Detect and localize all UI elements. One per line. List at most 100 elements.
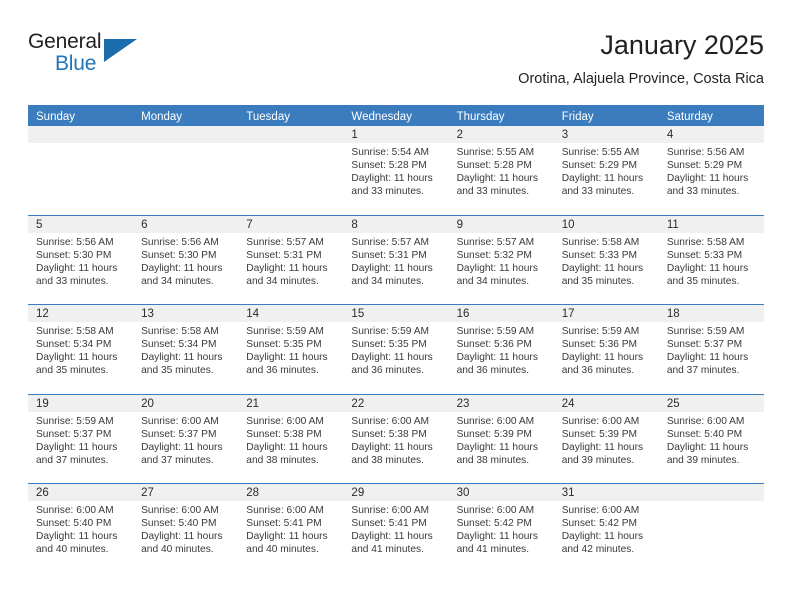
- sunset-text: Sunset: 5:42 PM: [561, 518, 638, 530]
- sunrise-text: Sunrise: 5:55 AM: [456, 147, 535, 158]
- sunset-text: Sunset: 5:39 PM: [456, 428, 532, 440]
- calendar-day-cell[interactable]: 24 Sunrise: 6:00 AM Sunset: 5:39 PM Dayligh…: [553, 394, 659, 483]
- calendar-day-cell[interactable]: 29 Sunrise: 6:00 AM Sunset: 5:41 PM Dayligh…: [343, 484, 449, 573]
- sunrise-text: Sunrise: 6:00 AM: [141, 505, 219, 516]
- calendar-page: General Blue January 2025 Orotina, Alaju…: [0, 0, 792, 612]
- day-sun-info: Sunrise: 5:59 AM Sunset: 5:37 PM Daylight:…: [659, 322, 764, 377]
- day-sun-info: Sunrise: 6:00 AM Sunset: 5:41 PM Daylight:…: [238, 501, 343, 556]
- calendar-day-cell[interactable]: 15 Sunrise: 5:59 AM Sunset: 5:35 PM Dayligh…: [343, 305, 449, 394]
- daylight-text-line1: Daylight: 11 hours: [36, 262, 118, 274]
- daylight-text-line2: and 36 minutes.: [246, 365, 319, 377]
- daylight-text-line1: Daylight: 11 hours: [456, 173, 538, 185]
- day-sun-info: Sunrise: 6:00 AM Sunset: 5:40 PM Daylight:…: [133, 501, 238, 556]
- calendar-day-cell[interactable]: 17 Sunrise: 5:59 AM Sunset: 5:36 PM Dayligh…: [553, 305, 659, 394]
- daylight-text-line1: Daylight: 11 hours: [36, 352, 118, 364]
- daylight-text-line1: Daylight: 11 hours: [141, 262, 223, 274]
- daylight-text-line2: and 39 minutes.: [666, 454, 740, 466]
- daylight-text-line1: Daylight: 11 hours: [456, 441, 538, 453]
- day-number: [658, 484, 764, 501]
- sunrise-text: Sunrise: 5:58 AM: [36, 326, 114, 337]
- calendar-day-cell[interactable]: 1 Sunrise: 5:54 AM Sunset: 5:28 PM Daylight…: [343, 126, 449, 215]
- calendar-day-cell[interactable]: 12 Sunrise: 5:58 AM Sunset: 5:34 PM Dayligh…: [28, 305, 134, 394]
- daylight-text-line1: Daylight: 11 hours: [246, 441, 328, 453]
- daylight-text-line1: Daylight: 11 hours: [456, 262, 538, 274]
- sunrise-text: Sunrise: 5:59 AM: [36, 415, 114, 427]
- calendar-day-cell[interactable]: 27 Sunrise: 6:00 AM Sunset: 5:40 PM Dayligh…: [133, 484, 239, 573]
- weekday-saturday: Saturday: [666, 111, 713, 123]
- sunset-text: Sunset: 5:41 PM: [246, 518, 322, 530]
- sunrise-text: Sunrise: 5:59 AM: [666, 326, 745, 337]
- calendar-day-cell[interactable]: 7 Sunrise: 5:57 AM Sunset: 5:31 PM Daylight…: [238, 215, 344, 304]
- daylight-text-line1: Daylight: 11 hours: [561, 173, 644, 185]
- day-number: 28: [238, 484, 344, 501]
- day-sun-info: Sunrise: 5:54 AM Sunset: 5:28 PM Daylight:…: [343, 143, 448, 198]
- calendar-day-cell[interactable]: 31 Sunrise: 6:00 AM Sunset: 5:42 PM Dayligh…: [553, 484, 659, 573]
- daylight-text-line1: Daylight: 11 hours: [246, 531, 328, 543]
- sunset-text: Sunset: 5:28 PM: [351, 160, 427, 172]
- day-number: 31: [553, 484, 659, 501]
- calendar-day-cell[interactable]: 2 Sunrise: 5:55 AM Sunset: 5:28 PM Daylight…: [448, 126, 554, 215]
- daylight-text-line2: and 38 minutes.: [351, 454, 424, 466]
- calendar-day-cell[interactable]: 19 Sunrise: 5:59 AM Sunset: 5:37 PM Dayligh…: [28, 394, 134, 483]
- daylight-text-line1: Daylight: 11 hours: [351, 531, 433, 543]
- calendar-day-cell[interactable]: 6 Sunrise: 5:56 AM Sunset: 5:30 PM Daylight…: [133, 215, 239, 304]
- day-number: 16: [448, 305, 554, 322]
- day-number: 19: [28, 394, 134, 412]
- sunset-text: Sunset: 5:40 PM: [36, 518, 112, 530]
- page-header: General Blue January 2025 Orotina, Alaju…: [28, 28, 764, 100]
- calendar-day-cell[interactable]: 22 Sunrise: 6:00 AM Sunset: 5:38 PM Dayligh…: [343, 394, 449, 483]
- sunrise-text: Sunrise: 6:00 AM: [456, 415, 535, 427]
- calendar-day-cell[interactable]: 14 Sunrise: 5:59 AM Sunset: 5:35 PM Dayligh…: [238, 305, 344, 394]
- day-sun-info: Sunrise: 6:00 AM Sunset: 5:40 PM Daylight:…: [28, 501, 133, 556]
- calendar-day-cell[interactable]: 13 Sunrise: 5:58 AM Sunset: 5:34 PM Dayligh…: [133, 305, 239, 394]
- sunrise-text: Sunrise: 5:59 AM: [351, 326, 430, 337]
- sunrise-text: Sunrise: 5:57 AM: [351, 236, 430, 248]
- calendar-day-cell-empty: [238, 126, 344, 215]
- sunrise-text: Sunrise: 5:59 AM: [561, 326, 640, 337]
- calendar-day-cell[interactable]: 5 Sunrise: 5:56 AM Sunset: 5:30 PM Daylight…: [28, 215, 134, 304]
- sunrise-text: Sunrise: 5:55 AM: [561, 147, 640, 158]
- day-number: 10: [553, 215, 659, 233]
- sunset-text: Sunset: 5:33 PM: [666, 249, 743, 261]
- daylight-text-line1: Daylight: 11 hours: [351, 262, 433, 274]
- calendar-day-cell[interactable]: 23 Sunrise: 6:00 AM Sunset: 5:39 PM Dayligh…: [448, 394, 554, 483]
- page-subtitle: Orotina, Alajuela Province, Costa Rica: [518, 71, 764, 87]
- daylight-text-line2: and 40 minutes.: [36, 544, 109, 556]
- day-number: 11: [658, 215, 764, 233]
- day-sun-info: Sunrise: 5:59 AM Sunset: 5:37 PM Daylight:…: [28, 412, 133, 467]
- calendar-day-cell[interactable]: 26 Sunrise: 6:00 AM Sunset: 5:40 PM Dayligh…: [28, 484, 134, 573]
- sunrise-text: Sunrise: 5:57 AM: [246, 236, 324, 248]
- calendar-day-cell[interactable]: 16 Sunrise: 5:59 AM Sunset: 5:36 PM Dayligh…: [448, 305, 554, 394]
- calendar-weeks: 1 Sunrise: 5:54 AM Sunset: 5:28 PM Daylight…: [28, 126, 764, 573]
- calendar-day-cell[interactable]: 21 Sunrise: 6:00 AM Sunset: 5:38 PM Dayligh…: [238, 394, 344, 483]
- calendar-day-cell[interactable]: 8 Sunrise: 5:57 AM Sunset: 5:31 PM Daylight…: [343, 215, 449, 304]
- day-sun-info: Sunrise: 5:57 AM Sunset: 5:32 PM Daylight:…: [449, 233, 554, 288]
- calendar-day-cell[interactable]: 28 Sunrise: 6:00 AM Sunset: 5:41 PM Dayligh…: [238, 484, 344, 573]
- daylight-text-line2: and 39 minutes.: [561, 454, 635, 466]
- sunrise-text: Sunrise: 5:56 AM: [141, 236, 219, 248]
- sunset-text: Sunset: 5:38 PM: [351, 428, 427, 440]
- general-blue-logo[interactable]: General Blue: [28, 30, 158, 84]
- calendar-day-cell[interactable]: 10 Sunrise: 5:58 AM Sunset: 5:33 PM Dayligh…: [553, 215, 659, 304]
- logo-text-general: General: [28, 30, 102, 53]
- calendar-day-cell[interactable]: 18 Sunrise: 5:59 AM Sunset: 5:37 PM Dayligh…: [658, 305, 764, 394]
- day-number: 13: [133, 305, 239, 322]
- calendar-day-cell[interactable]: 9 Sunrise: 5:57 AM Sunset: 5:32 PM Daylight…: [448, 215, 554, 304]
- day-number: 12: [28, 305, 134, 322]
- calendar-day-cell[interactable]: 3 Sunrise: 5:55 AM Sunset: 5:29 PM Daylight…: [553, 126, 659, 215]
- sunset-text: Sunset: 5:34 PM: [141, 339, 217, 351]
- weekday-header-row: Sunday Monday Tuesday Wednesday Thursday…: [28, 105, 764, 126]
- sunrise-text: Sunrise: 6:00 AM: [666, 415, 745, 427]
- calendar-day-cell[interactable]: 20 Sunrise: 6:00 AM Sunset: 5:37 PM Dayligh…: [133, 394, 239, 483]
- sunset-text: Sunset: 5:31 PM: [246, 249, 322, 261]
- sunrise-text: Sunrise: 5:56 AM: [36, 236, 114, 248]
- sunset-text: Sunset: 5:36 PM: [561, 339, 638, 351]
- calendar-day-cell[interactable]: 30 Sunrise: 6:00 AM Sunset: 5:42 PM Dayligh…: [448, 484, 554, 573]
- day-sun-info: Sunrise: 5:56 AM Sunset: 5:30 PM Daylight:…: [28, 233, 133, 288]
- weekday-sunday: Sunday: [36, 111, 76, 123]
- sunrise-text: Sunrise: 5:58 AM: [666, 236, 745, 248]
- calendar-day-cell[interactable]: 11 Sunrise: 5:58 AM Sunset: 5:33 PM Dayligh…: [658, 215, 764, 304]
- calendar-day-cell[interactable]: 4 Sunrise: 5:56 AM Sunset: 5:29 PM Daylight…: [658, 126, 764, 215]
- day-sun-info: Sunrise: 6:00 AM Sunset: 5:38 PM Daylight:…: [343, 412, 448, 467]
- calendar-day-cell[interactable]: 25 Sunrise: 6:00 AM Sunset: 5:40 PM Dayligh…: [658, 394, 764, 483]
